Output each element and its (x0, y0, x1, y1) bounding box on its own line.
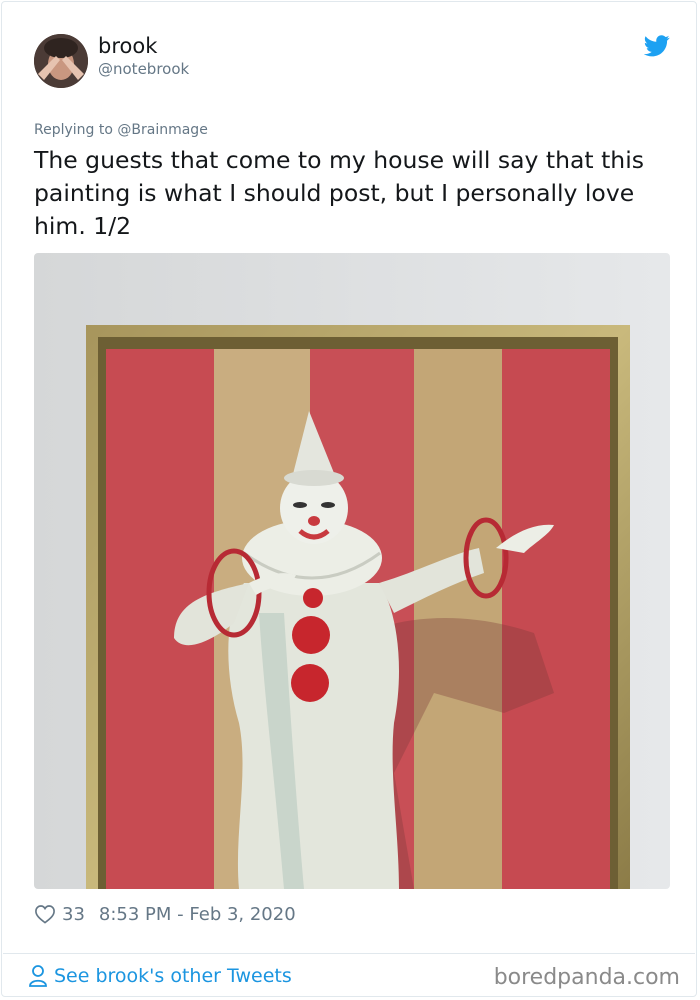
heart-icon[interactable] (34, 904, 56, 924)
see-other-tweets-label[interactable]: See brook's other Tweets (54, 965, 292, 987)
tweet-text: The guests that come to my house will sa… (34, 146, 644, 240)
tweet-meta: 33 8:53 PM - Feb 3, 2020 (34, 902, 296, 926)
author-handle[interactable]: @notebrook (98, 60, 189, 78)
tweet-card: brook @notebrook Replying to @Brainmage … (1, 1, 697, 997)
watermark: boredpanda.com (493, 965, 680, 990)
replying-prefix: Replying to (34, 122, 118, 138)
divider (3, 953, 695, 954)
timestamp[interactable]: 8:53 PM - Feb 3, 2020 (99, 904, 296, 925)
author-name[interactable]: brook (98, 34, 157, 58)
like-count: 33 (62, 903, 85, 925)
tweet-media-image[interactable] (34, 253, 670, 889)
replying-to: Replying to @Brainmage (34, 122, 208, 138)
see-other-tweets-link[interactable]: See brook's other Tweets (28, 964, 292, 988)
twitter-bird-icon[interactable] (644, 35, 670, 57)
reply-mention-link[interactable]: @Brainmage (117, 122, 207, 138)
avatar[interactable] (34, 34, 88, 88)
person-icon (29, 965, 47, 987)
